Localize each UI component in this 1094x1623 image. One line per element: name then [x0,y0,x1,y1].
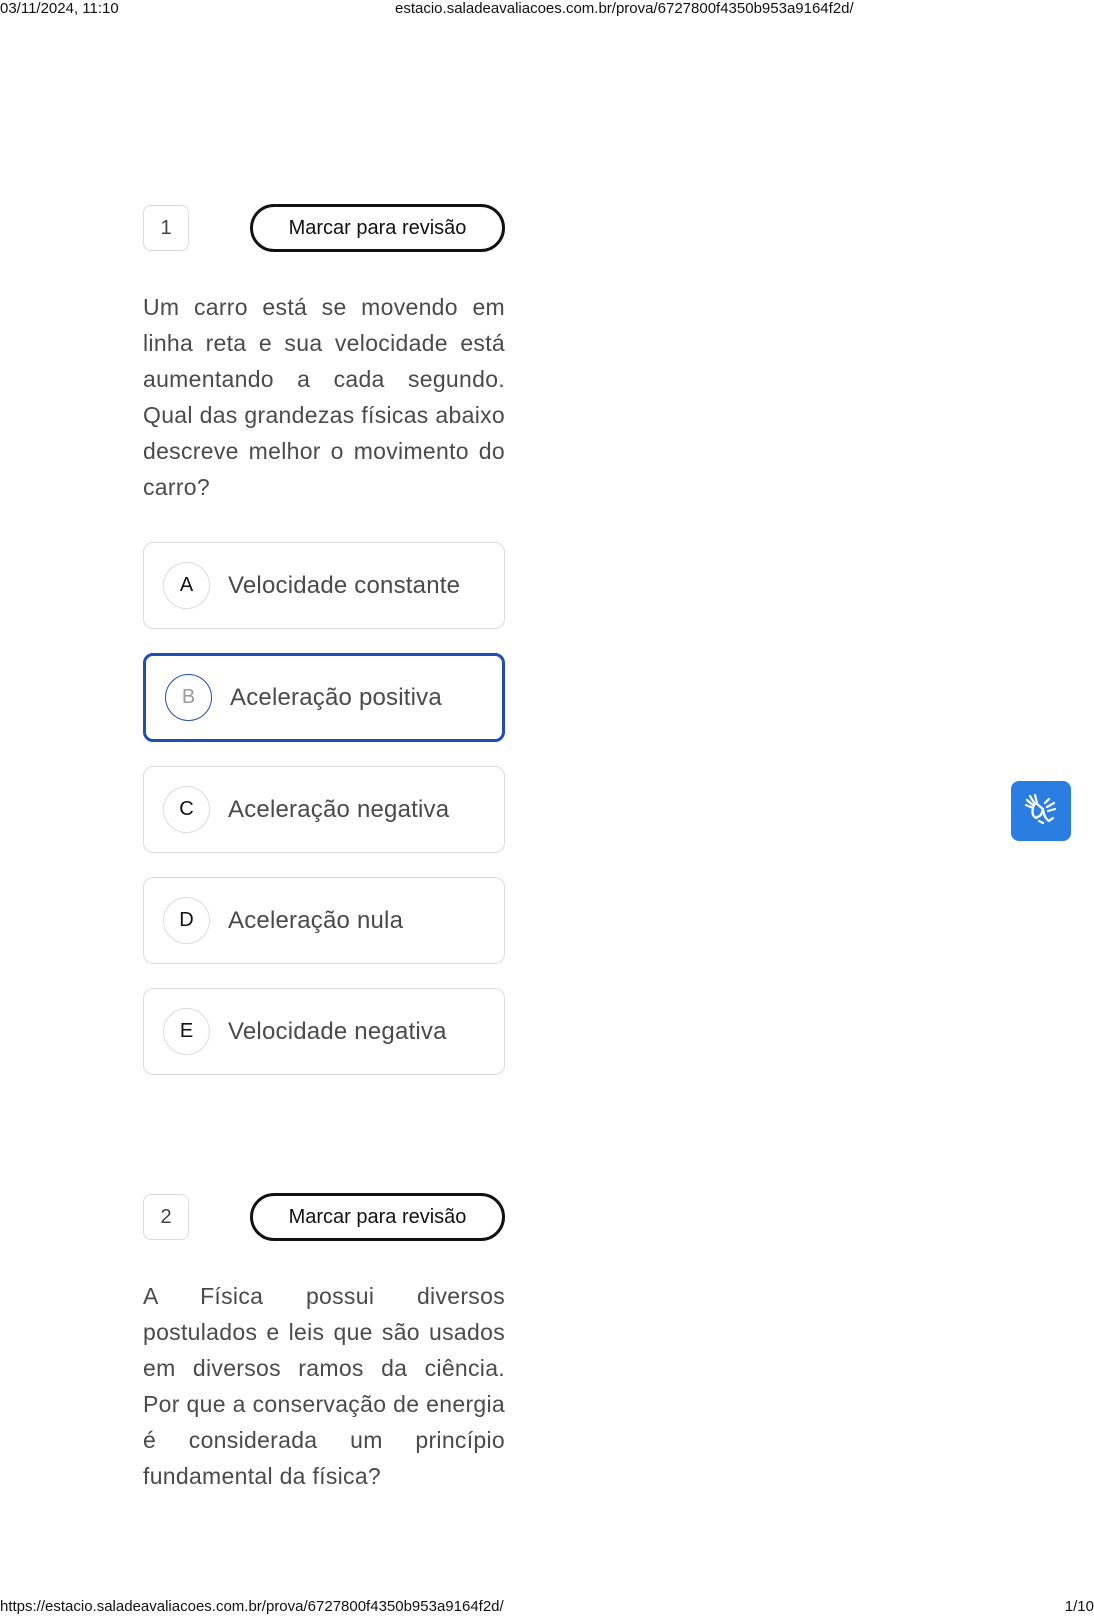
mark-for-review-button[interactable]: Marcar para revisão [250,1193,505,1241]
print-footer: https://estacio.saladeavaliacoes.com.br/… [0,1598,1094,1618]
option-letter: E [163,1008,210,1055]
option-label: Aceleração negativa [228,795,450,823]
print-header: 03/11/2024, 11:10 estacio.saladeavaliaco… [0,0,1094,20]
question-text: A Física possui diversos postulados e le… [143,1283,505,1489]
option-label: Velocidade constante [228,571,461,599]
question-1: 1 Marcar para revisão Um carro está se m… [143,204,505,1099]
option-label: Velocidade negativa [228,1017,447,1045]
option-letter: D [163,897,210,944]
question-header: 1 Marcar para revisão [143,204,505,252]
option-e[interactable]: E Velocidade negativa [143,988,505,1075]
option-d[interactable]: D Aceleração nula [143,877,505,964]
option-letter: C [163,786,210,833]
sign-language-button[interactable] [1011,781,1071,841]
question-header: 2 Marcar para revisão [143,1193,505,1241]
print-page-number: 1/10 [1064,1598,1094,1615]
option-c[interactable]: C Aceleração negativa [143,766,505,853]
option-b[interactable]: B Aceleração positiva [143,653,505,742]
question-number: 2 [143,1194,189,1240]
option-label: Aceleração nula [228,906,404,934]
print-datetime: 03/11/2024, 11:10 [0,0,119,17]
option-letter: B [165,674,212,721]
answer-options: A Velocidade constante B Aceleração posi… [143,542,505,1075]
option-label: Aceleração positiva [230,683,442,711]
question-number: 1 [143,205,189,251]
sign-language-hands-icon [1023,791,1059,832]
question-text: Um carro está se movendo em linha reta e… [143,294,505,500]
print-footer-url: https://estacio.saladeavaliacoes.com.br/… [0,1598,504,1615]
option-a[interactable]: A Velocidade constante [143,542,505,629]
option-letter: A [163,562,210,609]
mark-for-review-button[interactable]: Marcar para revisão [250,204,505,252]
print-header-url: estacio.saladeavaliacoes.com.br/prova/67… [395,0,854,17]
question-2: 2 Marcar para revisão A Física possui di… [143,1193,505,1494]
